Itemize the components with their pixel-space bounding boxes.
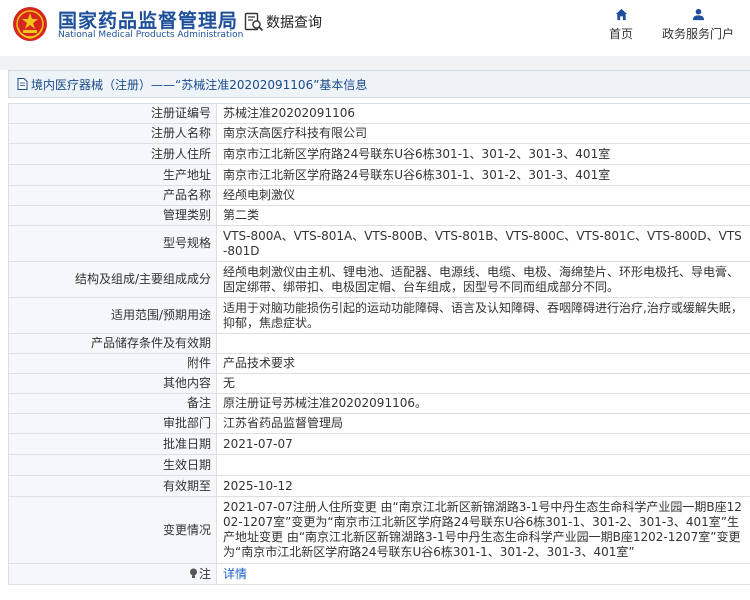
nav-service-portal-label: 政务服务门户 — [661, 27, 734, 41]
table-row: 注册人住所 南京市江北新区学府路24号联东U谷6栋301-1、301-2、301… — [8, 143, 750, 165]
table-row: 管理类别 第二类 — [8, 205, 750, 226]
nav-home-label: 首页 — [608, 27, 633, 41]
row-label: 注册证编号 — [8, 103, 217, 124]
user-icon — [692, 8, 704, 21]
site-title: 国家药品监督管理局 — [58, 10, 239, 32]
row-label: 备注 — [8, 393, 217, 414]
table-row: 注册证编号 苏械注准20202091106 — [8, 103, 750, 124]
row-value: 2025-10-12 — [216, 475, 750, 497]
table-row: 注册人名称 南京沃高医疗科技有限公司 — [8, 123, 750, 144]
row-label: 生产地址 — [8, 164, 217, 186]
row-label: 注册人住所 — [8, 143, 217, 165]
data-query-link[interactable]: 数据查询 — [244, 10, 322, 34]
table-row: 产品名称 经颅电刺激仪 — [8, 185, 750, 206]
row-value — [216, 454, 750, 476]
row-label: 管理类别 — [8, 205, 217, 226]
row-label: 产品名称 — [8, 185, 217, 206]
table-row: 变更情况 2021-07-07注册人住所变更 由“南京江北新区新锦湖路3-1号中… — [8, 496, 750, 564]
table-row: 备注 原注册证号苏械注准20202091106。 — [8, 393, 750, 414]
device-detail-table: 注册证编号 苏械注准20202091106 注册人名称 南京沃高医疗科技有限公司… — [8, 103, 750, 585]
table-row: 有效期至 2025-10-12 — [8, 475, 750, 497]
table-row: 型号规格 VTS-800A、VTS-801A、VTS-800B、VTS-801B… — [8, 225, 750, 262]
table-row: 产品储存条件及有效期 — [8, 333, 750, 354]
table-row: 附件 产品技术要求 — [8, 353, 750, 374]
breadcrumb-text: 境内医疗器械（注册）——“苏械注准20202091106”基本信息 — [31, 77, 368, 92]
row-value: 南京沃高医疗科技有限公司 — [216, 123, 750, 144]
table-row: 结构及组成/主要组成成分 经颅电刺激仪由主机、锂电池、适配器、电源线、电缆、电极… — [8, 261, 750, 298]
data-query-label: 数据查询 — [266, 15, 322, 31]
nav-service-portal[interactable]: 政务服务门户 — [658, 8, 738, 42]
note-value-cell: 详情 — [216, 563, 750, 585]
row-value: 原注册证号苏械注准20202091106。 — [216, 393, 750, 414]
site-title-english: National Medical Products Administration — [58, 30, 244, 40]
row-label: 其他内容 — [8, 373, 217, 394]
row-value: 经颅电刺激仪 — [216, 185, 750, 206]
row-value: 2021-07-07 — [216, 433, 750, 455]
home-icon — [615, 8, 627, 21]
row-value: 江苏省药品监督管理局 — [216, 413, 750, 434]
header-divider-band — [0, 56, 750, 70]
row-value: 南京市江北新区学府路24号联东U谷6栋301-1、301-2、301-3、401… — [216, 164, 750, 186]
row-label: 审批部门 — [8, 413, 217, 434]
table-row: 审批部门 江苏省药品监督管理局 — [8, 413, 750, 434]
row-label: 产品储存条件及有效期 — [8, 333, 217, 354]
table-row: 适用范围/预期用途 适用于对脑功能损伤引起的运动功能障碍、语言及认知障碍、吞咽障… — [8, 297, 750, 334]
row-value: 无 — [216, 373, 750, 394]
nav-home[interactable]: 首页 — [606, 8, 636, 42]
details-link[interactable]: 详情 — [223, 567, 247, 581]
row-value: 南京市江北新区学府路24号联东U谷6栋301-1、301-2、301-3、401… — [216, 143, 750, 165]
row-label: 有效期至 — [8, 475, 217, 497]
row-label: 变更情况 — [8, 496, 217, 564]
table-row: 其他内容 无 — [8, 373, 750, 394]
row-value: VTS-800A、VTS-801A、VTS-800B、VTS-801B、VTS-… — [216, 225, 750, 262]
row-value: 经颅电刺激仪由主机、锂电池、适配器、电源线、电缆、电极、海绵垫片、环形电极托、导… — [216, 261, 750, 298]
row-value: 苏械注准20202091106 — [216, 103, 750, 124]
row-value: 2021-07-07注册人住所变更 由“南京江北新区新锦湖路3-1号中丹生态生命… — [216, 496, 750, 564]
row-label: 适用范围/预期用途 — [8, 297, 217, 334]
site-header: 国家药品监督管理局 National Medical Products Admi… — [0, 0, 750, 56]
note-row: 注 详情 — [8, 563, 750, 585]
row-value: 适用于对脑功能损伤引起的运动功能障碍、语言及认知障碍、吞咽障碍进行治疗,治疗或缓… — [216, 297, 750, 334]
row-value — [216, 333, 750, 354]
row-value: 第二类 — [216, 205, 750, 226]
row-label: 批准日期 — [8, 433, 217, 455]
note-label-cell: 注 — [8, 563, 217, 585]
breadcrumb: 境内医疗器械（注册）——“苏械注准20202091106”基本信息 — [8, 70, 750, 98]
row-label: 附件 — [8, 353, 217, 374]
row-label: 结构及组成/主要组成成分 — [8, 261, 217, 298]
row-value: 产品技术要求 — [216, 353, 750, 374]
table-row: 批准日期 2021-07-07 — [8, 433, 750, 455]
table-row: 生产地址 南京市江北新区学府路24号联东U谷6栋301-1、301-2、301-… — [8, 164, 750, 186]
row-label: 型号规格 — [8, 225, 217, 262]
document-icon — [17, 78, 28, 90]
lightbulb-icon — [189, 568, 197, 578]
document-search-icon — [244, 12, 264, 32]
note-label: 注 — [198, 566, 211, 581]
row-label: 注册人名称 — [8, 123, 217, 144]
table-row: 生效日期 — [8, 454, 750, 476]
row-label: 生效日期 — [8, 454, 217, 476]
national-emblem-logo[interactable] — [12, 6, 48, 42]
